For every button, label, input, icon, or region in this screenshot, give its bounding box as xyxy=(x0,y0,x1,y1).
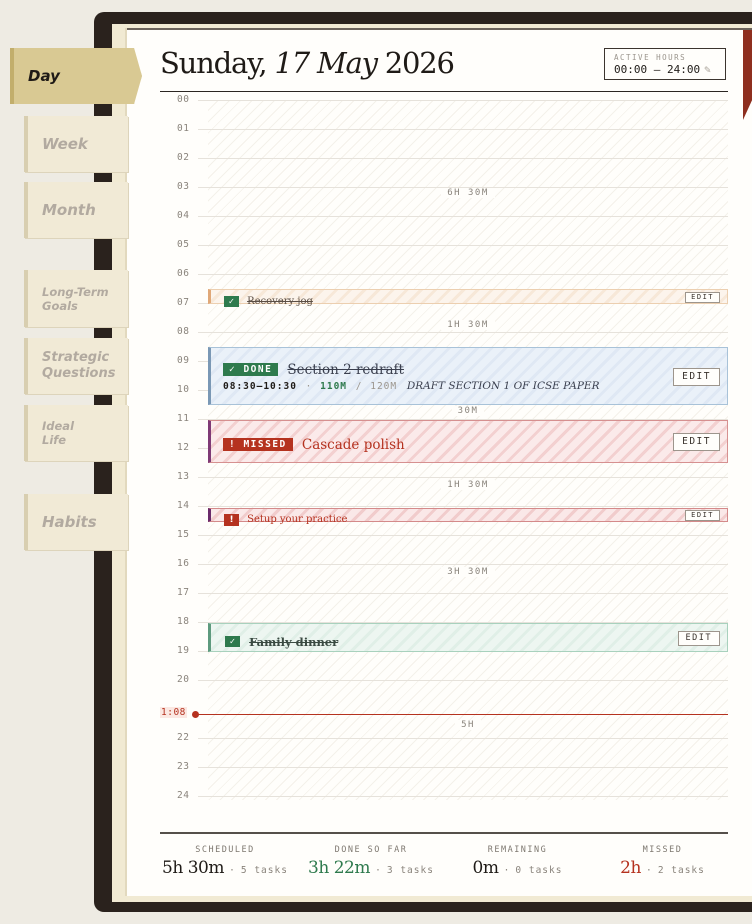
hour-row: 15 xyxy=(160,529,728,540)
footer-rule xyxy=(160,832,728,834)
tab-label: Long-Term Goals xyxy=(42,284,109,313)
hour-row: 20 xyxy=(160,674,728,685)
gap-label: 6H 30M xyxy=(208,188,728,198)
page-top-rule xyxy=(127,28,752,30)
stat-label: DONE SO FAR xyxy=(334,845,408,855)
tab-ideal-life[interactable]: Ideal Life xyxy=(24,405,128,461)
done-badge: ✓ DONE xyxy=(223,363,279,376)
stat-value: 5h 30m xyxy=(162,858,224,878)
stat-scheduled: SCHEDULED 5h 30m · 5 tasks xyxy=(160,845,290,878)
task-actual-duration: 110M xyxy=(320,381,348,392)
meta-separator: · xyxy=(305,381,312,392)
title-rule xyxy=(160,91,728,92)
edit-button[interactable]: EDIT xyxy=(685,510,720,521)
hour-row: 06 xyxy=(160,268,728,279)
tab-label: Day xyxy=(28,67,60,85)
tab-label: Strategic Questions xyxy=(42,350,116,381)
stat-value: 0m xyxy=(472,858,499,878)
check-icon: ✓ xyxy=(224,296,239,307)
task-title: Family dinner xyxy=(249,634,339,649)
stat-count: 3 tasks xyxy=(386,865,434,876)
task-block-setup-your-practice[interactable]: ! Setup your practice EDIT xyxy=(208,508,728,526)
gap-label: 30M xyxy=(208,406,728,416)
missed-badge: ! MISSED xyxy=(223,438,293,451)
check-icon: ✓ xyxy=(225,636,240,647)
gap-label: 1H 30M xyxy=(208,320,728,330)
gap-label: 5H xyxy=(208,720,728,730)
task-note: DRAFT SECTION 1 OF ICSE PAPER xyxy=(406,380,600,392)
task-block-recovery-jog[interactable]: ✓ Recovery jog EDIT xyxy=(208,289,728,307)
stat-count: 5 tasks xyxy=(240,865,288,876)
task-title: Section 2 redraft xyxy=(287,361,404,378)
stat-label: MISSED xyxy=(642,845,683,855)
hour-row: 24 xyxy=(160,790,728,801)
current-time-indicator: 1:08 xyxy=(160,707,728,718)
tab-label: Ideal Life xyxy=(42,419,75,447)
hour-row: 14 xyxy=(160,500,728,511)
task-title: Setup your practice xyxy=(247,514,348,525)
stat-missed: MISSED 2h · 2 tasks xyxy=(600,845,725,878)
title-year: 2026 xyxy=(384,46,455,80)
task-planned-duration: 120M xyxy=(370,381,398,392)
hour-row: 13 xyxy=(160,471,728,482)
stat-value: 3h 22m xyxy=(308,858,370,878)
task-block-family-dinner[interactable]: ✓ Family dinner EDIT xyxy=(208,623,728,652)
tab-strategic-questions[interactable]: Strategic Questions xyxy=(24,338,128,394)
pencil-icon[interactable]: ✎ xyxy=(704,63,711,76)
current-time-line xyxy=(198,714,728,715)
active-hours-label: ACTIVE HOURS xyxy=(614,53,687,62)
hour-row: 17 xyxy=(160,587,728,598)
hour-row: 05 xyxy=(160,239,728,250)
task-title: Cascade polish xyxy=(301,436,405,453)
edit-button[interactable]: EDIT xyxy=(685,292,720,303)
active-hours-box[interactable]: ACTIVE HOURS 00:00 – 24:00 ✎ xyxy=(604,48,726,80)
tab-long-term-goals[interactable]: Long-Term Goals xyxy=(24,270,128,327)
hour-row: 04 xyxy=(160,210,728,221)
page-title: Sunday, 17 May 2026 xyxy=(160,46,455,80)
hour-row: 16 xyxy=(160,558,728,569)
hour-row: 01 xyxy=(160,123,728,134)
edit-button[interactable]: EDIT xyxy=(673,368,720,386)
stat-count: 2 tasks xyxy=(657,865,705,876)
tab-month[interactable]: Month xyxy=(24,182,128,238)
stat-remaining: REMAINING 0m · 0 tasks xyxy=(455,845,580,878)
tab-label: Month xyxy=(42,201,96,219)
hour-row: 02 xyxy=(160,152,728,163)
tab-week[interactable]: Week xyxy=(24,116,128,172)
edit-button[interactable]: EDIT xyxy=(677,631,720,646)
hour-row: 08 xyxy=(160,326,728,337)
stat-value: 2h xyxy=(620,858,641,878)
gap-label: 1H 30M xyxy=(208,480,728,490)
meta-separator: / xyxy=(355,381,362,392)
hour-row: 22 xyxy=(160,732,728,743)
edit-button[interactable]: EDIT xyxy=(673,433,720,451)
title-daymonth: 17 May xyxy=(274,46,378,80)
title-weekday: Sunday, xyxy=(160,46,268,80)
alert-icon: ! xyxy=(224,513,239,526)
current-time-label: 1:08 xyxy=(160,707,187,718)
tab-label: Habits xyxy=(42,513,97,531)
active-hours-value: 00:00 – 24:00 xyxy=(614,63,701,76)
stat-label: REMAINING xyxy=(487,845,548,855)
stat-count: 0 tasks xyxy=(515,865,563,876)
tab-day[interactable]: Day xyxy=(10,48,142,104)
stat-done-so-far: DONE SO FAR 3h 22m · 3 tasks xyxy=(305,845,437,878)
day-timeline: 00 01 02 03 04 05 06 07 08 09 10 11 12 1… xyxy=(160,94,728,801)
tab-label: Week xyxy=(42,135,88,153)
stat-label: SCHEDULED xyxy=(195,845,255,855)
hour-row: 23 xyxy=(160,761,728,772)
task-block-cascade-polish[interactable]: ! MISSED Cascade polish EDIT xyxy=(208,420,728,463)
task-title: Recovery jog xyxy=(247,296,313,307)
task-time-range: 08:30–10:30 xyxy=(223,381,297,392)
hour-row: 00 xyxy=(160,94,728,105)
task-block-section-2-redraft[interactable]: ✓ DONE Section 2 redraft 08:30–10:30 · 1… xyxy=(208,347,728,405)
gap-label: 3H 30M xyxy=(208,567,728,577)
tab-habits[interactable]: Habits xyxy=(24,494,128,550)
